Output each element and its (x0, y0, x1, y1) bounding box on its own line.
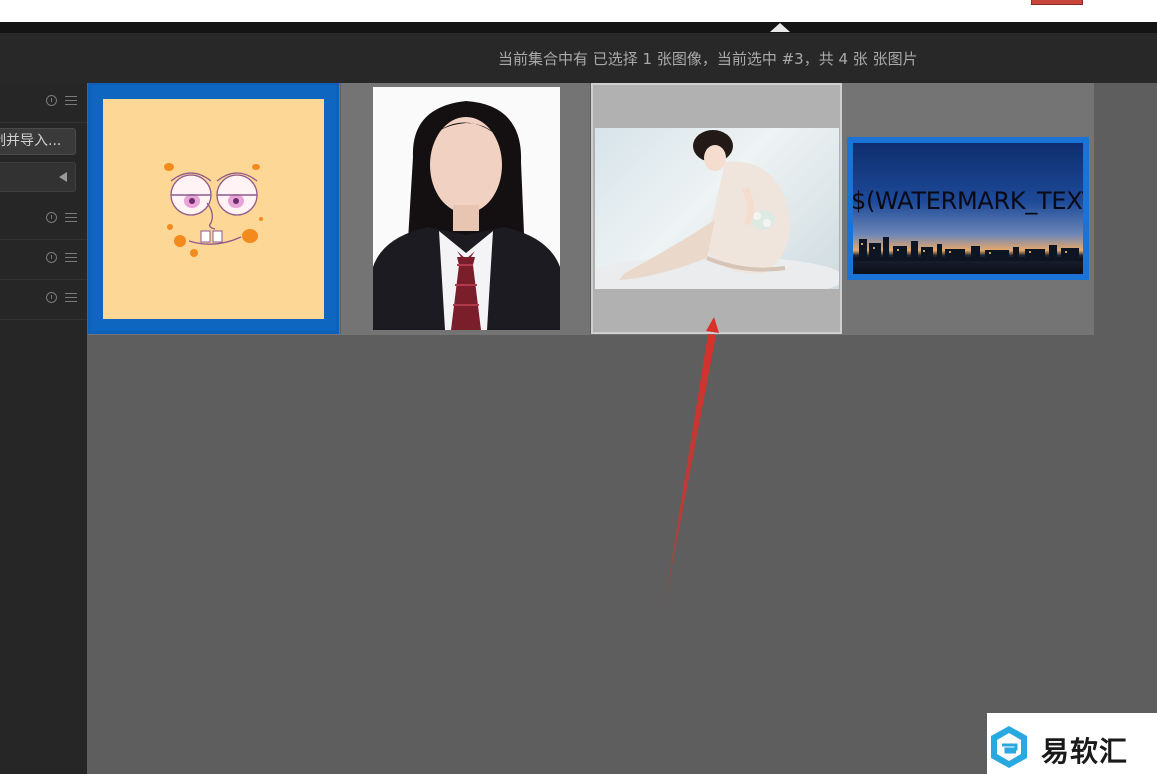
woman-photo-image (595, 128, 839, 289)
menu-icon[interactable] (65, 212, 77, 223)
module-header-2[interactable] (0, 200, 87, 240)
watermark-placeholder-text: $(WATERMARK_TEXT) (853, 187, 1083, 215)
menu-icon[interactable] (65, 95, 77, 106)
thumbnail-3-current[interactable] (591, 83, 842, 334)
top-strip (0, 0, 1157, 22)
id-photo-image (373, 87, 560, 330)
menu-icon[interactable] (65, 292, 77, 303)
info-icon[interactable] (46, 292, 57, 303)
menu-icon[interactable] (65, 252, 77, 263)
module-header-1[interactable] (0, 83, 87, 123)
thumbnail-4[interactable]: $(WATERMARK_TEXT) (843, 83, 1094, 334)
info-icon[interactable] (46, 95, 57, 106)
hexagon-logo-icon (991, 726, 1027, 768)
info-icon[interactable] (46, 212, 57, 223)
lighttable-grid: $(WATERMARK_TEXT) (88, 83, 1094, 335)
selection-status-text: 当前集合中有 已选择 1 张图像，当前选中 #3，共 4 张 张图片 (498, 50, 918, 68)
module-header-3[interactable] (0, 240, 87, 280)
thumbnail-1[interactable] (88, 83, 339, 334)
thumbnail-2[interactable] (340, 83, 591, 334)
spongebob-image (103, 99, 324, 319)
selection-frame: $(WATERMARK_TEXT) (847, 137, 1089, 280)
collapse-top-panel-icon[interactable] (770, 23, 790, 32)
triangle-left-icon (59, 172, 67, 182)
info-icon[interactable] (46, 252, 57, 263)
copy-and-import-button[interactable]: 制并导入... (0, 128, 76, 155)
import-options-dropdown[interactable] (0, 162, 76, 192)
city-skyline-image: $(WATERMARK_TEXT) (853, 143, 1083, 274)
window-close-button[interactable] (1031, 0, 1083, 5)
logo-text: 易软汇 (1041, 735, 1129, 768)
panel-divider (0, 22, 1157, 33)
site-watermark-logo: 易软汇 (987, 713, 1157, 774)
module-header-4[interactable] (0, 280, 87, 320)
